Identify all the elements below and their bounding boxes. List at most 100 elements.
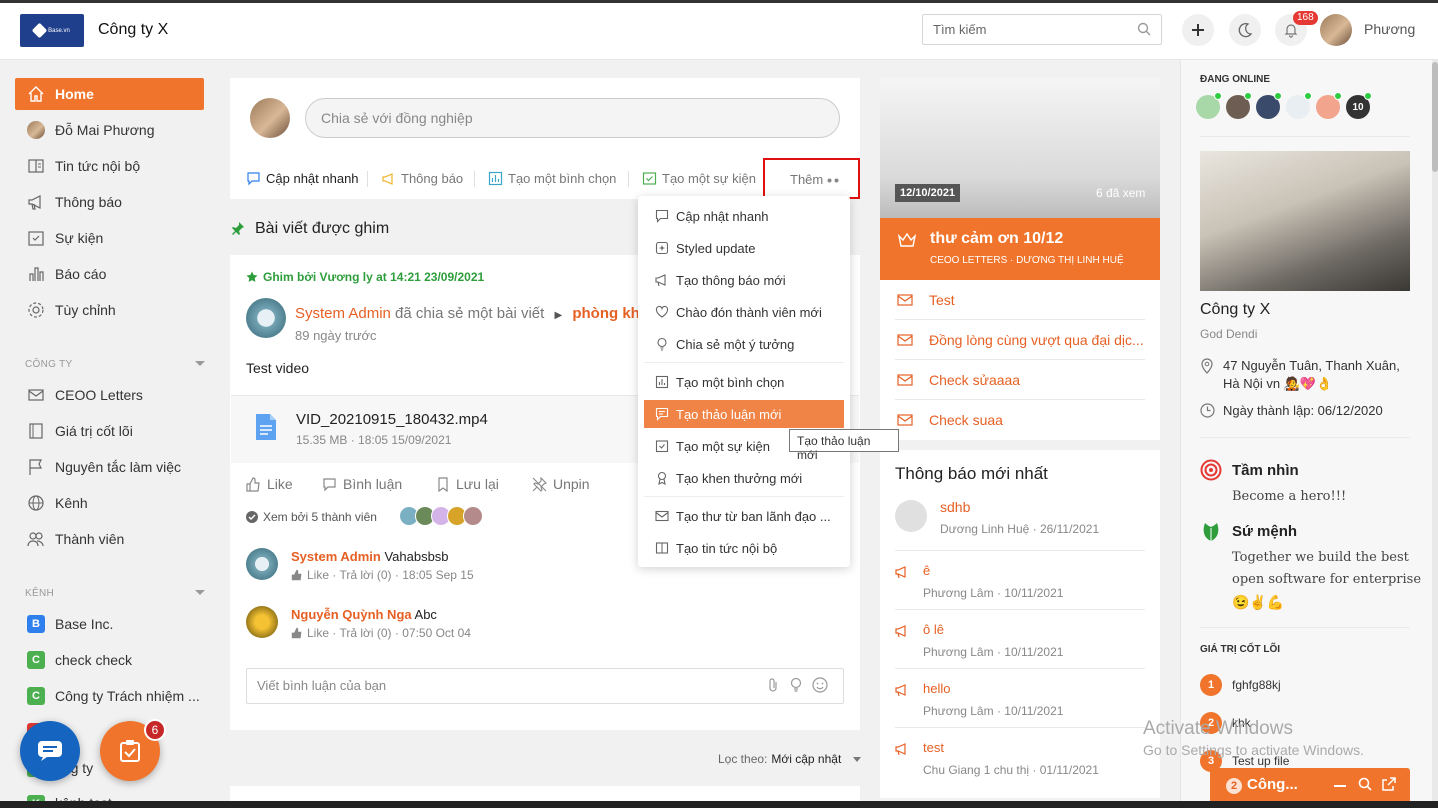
- check-circle-icon: [246, 511, 258, 523]
- company-cover-image: [1200, 151, 1410, 291]
- sidebar-item-work-rules[interactable]: Nguyên tắc làm việc: [15, 451, 204, 483]
- target-icon: [1200, 459, 1222, 481]
- menu-item-internal-news[interactable]: Tạo tin tức nội bộ: [644, 534, 844, 562]
- channel-item[interactable]: B Base Inc.: [15, 608, 204, 640]
- sidebar-item-core-values[interactable]: Giá trị cốt lõi: [15, 415, 204, 447]
- emoji-icon[interactable]: [812, 677, 828, 693]
- mail-icon: [897, 414, 913, 426]
- calendar-icon: [27, 229, 45, 247]
- search-input[interactable]: Tìm kiếm: [922, 14, 1162, 45]
- company-subtitle: God Dendi: [1200, 327, 1258, 341]
- more-button[interactable]: Thêm: [763, 158, 860, 199]
- add-button[interactable]: [1182, 14, 1214, 46]
- section-company-header[interactable]: CÔNG TY: [25, 359, 205, 370]
- clock-icon: [1200, 403, 1215, 418]
- globe-icon: [27, 494, 45, 512]
- dark-mode-toggle[interactable]: [1229, 14, 1261, 46]
- letter-item[interactable]: Check suaa: [897, 412, 1003, 428]
- letter-header[interactable]: [880, 218, 1160, 280]
- attachment-meta: 15.35 MB · 18:05 15/09/2021: [296, 433, 452, 447]
- chart-icon: [488, 171, 503, 186]
- menu-item-new-announcement[interactable]: Tạo thông báo mới: [644, 266, 844, 294]
- page-scrollbar[interactable]: [1432, 60, 1438, 808]
- chart-icon: [27, 265, 45, 283]
- save-button[interactable]: Lưu lại: [436, 476, 499, 492]
- notification-title[interactable]: hello: [923, 681, 950, 696]
- unpin-button[interactable]: Unpin: [532, 476, 590, 492]
- chat-bubble-icon: [654, 208, 670, 224]
- announce-action[interactable]: Thông báo: [381, 171, 463, 186]
- scrollbar-thumb[interactable]: [1432, 62, 1438, 172]
- sidebar-item-profile[interactable]: Đỗ Mai Phương: [15, 114, 204, 146]
- seen-by[interactable]: Xem bởi 5 thành viên: [246, 510, 377, 524]
- poll-action[interactable]: Tạo một bình chọn: [488, 171, 616, 186]
- comment-author[interactable]: System Admin: [291, 549, 381, 564]
- menu-item-new-discussion[interactable]: Tạo thảo luận mới: [644, 400, 844, 428]
- menu-item-styled-update[interactable]: Styled update: [644, 234, 844, 262]
- feed-filter[interactable]: Lọc theo: Mới cập nhật: [718, 752, 862, 766]
- letter-item[interactable]: Test: [897, 292, 955, 308]
- post-target[interactable]: phòng khen: [572, 305, 639, 322]
- chat-fab-button[interactable]: [20, 721, 80, 781]
- company-title: Công ty X: [1200, 301, 1271, 318]
- menu-item-create-poll[interactable]: Tạo một bình chọn: [644, 368, 844, 396]
- compose-input[interactable]: Chia sẻ với đồng nghiệp: [305, 98, 840, 138]
- company-logo[interactable]: Base.vn: [20, 14, 84, 47]
- menu-item-leader-letter[interactable]: Tạo thư từ ban lãnh đạo ...: [644, 502, 844, 530]
- sidebar-item-news[interactable]: Tin tức nội bộ: [15, 150, 204, 182]
- channel-item[interactable]: C Công ty Trách nhiệm ...: [15, 680, 204, 712]
- core-value-label[interactable]: fghfg88kj: [1232, 678, 1281, 692]
- notification-title[interactable]: test: [923, 740, 944, 755]
- company-address-line1: 47 Nguyễn Tuân, Thanh Xuân,: [1223, 358, 1400, 373]
- comment-input[interactable]: Viết bình luận của bạn: [246, 668, 844, 704]
- menu-item-welcome-member[interactable]: Chào đón thành viên mới: [644, 298, 844, 326]
- sidebar-item-ceoo-letters[interactable]: CEOO Letters: [15, 379, 204, 411]
- menu-item-quick-update[interactable]: Cập nhật nhanh: [644, 202, 844, 230]
- top-bar: [0, 0, 1438, 60]
- like-button[interactable]: Like: [246, 476, 293, 492]
- menu-item-share-idea[interactable]: Chia sẻ một ý tưởng: [644, 330, 844, 358]
- comment-author[interactable]: Nguyễn Quỳnh Nga: [291, 607, 412, 622]
- letter-item[interactable]: Đồng lòng cùng vượt qua đại dịc...: [897, 332, 1144, 348]
- home-icon: [27, 85, 45, 103]
- window-top-edge: [0, 0, 1438, 3]
- notification-title[interactable]: ô lê: [923, 622, 944, 637]
- event-action[interactable]: Tạo một sự kiện: [642, 171, 756, 186]
- file-icon: [255, 413, 277, 441]
- sidebar-item-reports[interactable]: Báo cáo: [15, 258, 204, 290]
- sidebar-item-home[interactable]: Home: [15, 78, 204, 110]
- channel-badge: C: [27, 687, 45, 705]
- sidebar-item-events[interactable]: Sự kiện: [15, 222, 204, 254]
- company-name[interactable]: Công ty X: [98, 21, 168, 39]
- search-icon[interactable]: [1358, 777, 1372, 791]
- notification-title[interactable]: sdhb: [940, 499, 970, 515]
- user-avatar[interactable]: [1320, 14, 1352, 46]
- sidebar-item-members[interactable]: Thành viên: [15, 523, 204, 555]
- quick-update-action[interactable]: Cập nhật nhanh: [246, 171, 359, 186]
- menu-item-new-award[interactable]: Tạo khen thưởng mới: [644, 464, 844, 492]
- user-name[interactable]: Phương: [1364, 21, 1415, 37]
- post-body: Test video: [246, 360, 310, 376]
- sidebar-item-settings[interactable]: Tùy chỉnh: [15, 294, 204, 326]
- post-author[interactable]: System Admin: [295, 305, 391, 322]
- minimize-icon[interactable]: [1334, 785, 1346, 787]
- news-icon: [27, 157, 45, 175]
- commenter-avatar: [246, 606, 278, 638]
- notification-title[interactable]: ê: [923, 563, 930, 578]
- attach-icon[interactable]: [766, 677, 780, 693]
- open-external-icon[interactable]: [1382, 777, 1396, 791]
- attachment-name[interactable]: VID_20210915_180432.mp4: [296, 411, 488, 428]
- channel-item[interactable]: Ccheck check: [15, 644, 204, 676]
- author-avatar[interactable]: [246, 298, 286, 338]
- comment-button[interactable]: Bình luận: [322, 476, 402, 492]
- section-channel-header[interactable]: KÊNH: [25, 588, 205, 599]
- megaphone-icon: [895, 624, 909, 638]
- sidebar-item-announcements[interactable]: Thông báo: [15, 186, 204, 218]
- letter-item[interactable]: Check sửaaaa: [897, 372, 1020, 388]
- comment-meta[interactable]: Like · Trả lời (0) · 18:05 Sep 15: [291, 568, 474, 582]
- discussion-icon: [654, 406, 670, 422]
- bulb-icon[interactable]: [789, 677, 803, 693]
- chat-dock[interactable]: 2 Công...: [1210, 768, 1410, 803]
- comment-meta[interactable]: Like · Trả lời (0) · 07:50 Oct 04: [291, 626, 471, 640]
- sidebar-item-channels[interactable]: Kênh: [15, 487, 204, 519]
